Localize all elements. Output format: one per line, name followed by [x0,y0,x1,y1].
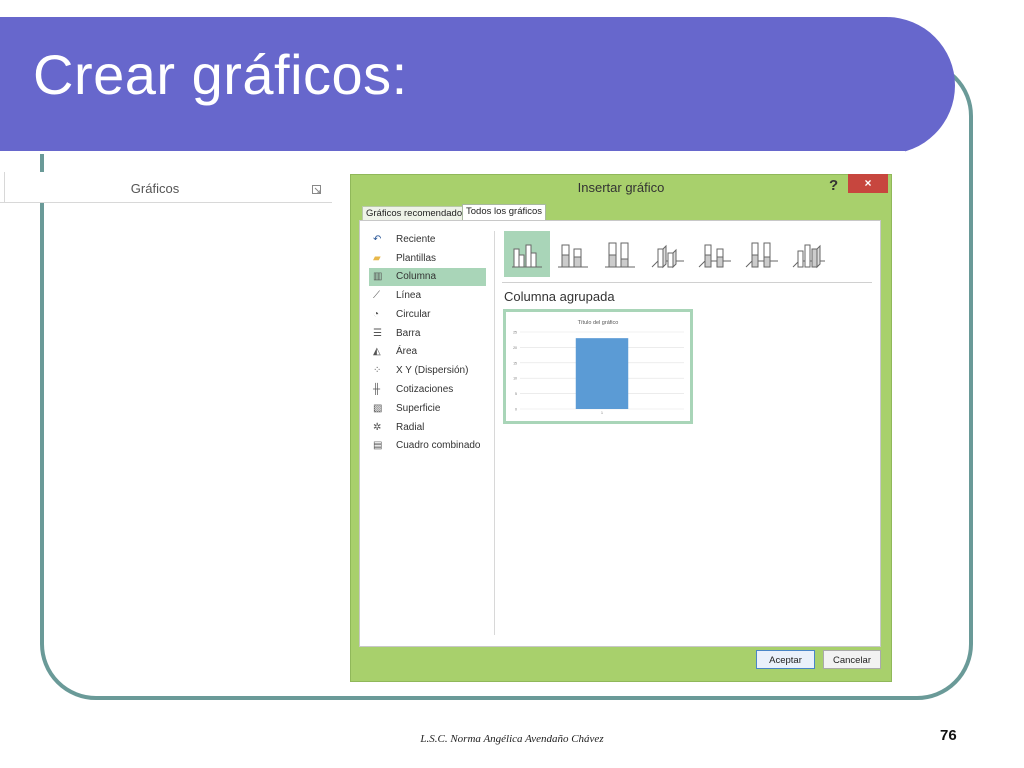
chart-y-tick-label: 25 [513,331,517,335]
sidebar-item-circular[interactable]: ◔ Circular [369,306,486,324]
sidebar-item-label: Área [396,346,418,357]
stacked-column-icon [558,244,588,268]
chart-y-ticks: 0 5 10 15 20 25 [513,331,517,412]
chart-preview-svg: Título del gráfico 0 5 10 15 20 25 1 [513,320,684,415]
ok-button[interactable]: Aceptar [756,650,815,669]
area-chart-icon: ◭ [373,346,381,357]
sidebar-item-label: Cotizaciones [396,384,454,395]
clustered-column-icon [512,244,542,268]
sidebar-item-label: Circular [396,309,431,320]
title-underline [0,151,905,154]
chart-preview[interactable]: Título del gráfico 0 5 10 15 20 25 1 [503,309,693,424]
surface-chart-icon: ▧ [373,403,383,414]
sidebar-item-label: Plantillas [396,253,437,264]
chart-y-tick-label: 5 [515,392,517,396]
stock-chart-icon: ╫ [373,384,381,395]
dialog-title: Insertar gráfico [577,180,665,195]
scatter-chart-icon: ⁘ [373,365,382,376]
radar-chart-icon: ✲ [373,422,382,433]
slide-page-number: 76 [940,727,957,744]
chart-x-labels: 1 [601,411,603,415]
sidebar-item-xy-dispersion[interactable]: ⁘ X Y (Dispersión) [369,362,486,380]
full-stacked-column-icon [605,242,635,268]
sidebar-item-radial[interactable]: ✲ Radial [369,419,486,437]
chart-bar [575,338,629,409]
sidebar-item-barra[interactable]: ☰ Barra [369,325,486,343]
chart-y-tick-label: 20 [513,346,517,350]
line-chart-icon: ⟋ [373,290,380,301]
sidebar-divider [494,231,495,635]
subtype-3d-stacked-column[interactable] [691,231,737,277]
subtype-divider [502,282,872,283]
sidebar-item-reciente[interactable]: ↶ Reciente [369,231,486,249]
sidebar-item-area[interactable]: ◭ Área [369,343,486,361]
tab-recommended-charts[interactable]: Gráficos recomendados [362,206,471,221]
cancel-button[interactable]: Cancelar [823,650,881,669]
subtype-3d-column[interactable] [785,231,831,277]
chart-x-tick-label: 1 [601,411,603,415]
sidebar-item-label: Superficie [396,403,441,414]
subtype-3d-clustered-column[interactable] [644,231,690,277]
chart-bars [575,338,629,409]
subtype-clustered-column[interactable] [504,231,550,277]
selected-subtype-heading: Columna agrupada [504,289,615,304]
sidebar-item-label: Línea [396,290,422,301]
sidebar-item-linea[interactable]: ⟋ Línea [369,287,486,305]
3d-stacked-column-icon [698,244,731,268]
sidebar-item-label: X Y (Dispersión) [396,365,469,376]
folder-icon: ▰ [373,253,381,264]
ribbon-group-label: Gráficos [130,181,180,196]
combo-chart-icon: ▤ [373,440,383,451]
chart-y-tick-label: 15 [513,361,517,365]
sidebar-item-cuadro-combinado[interactable]: ▤ Cuadro combinado [369,437,486,455]
3d-full-stacked-column-icon [745,242,778,268]
chart-y-tick-label: 0 [515,408,517,412]
subtype-stacked-column[interactable] [550,231,596,277]
sidebar-item-label: Cuadro combinado [396,440,481,451]
sidebar-item-plantillas[interactable]: ▰ Plantillas [369,250,486,268]
3d-column-icon [792,244,825,269]
subtype-3d-100-stacked-column[interactable] [738,231,784,277]
close-button[interactable]: × [848,174,888,193]
chart-y-tick-label: 10 [513,377,517,381]
ribbon-charts-group: Gráficos [0,172,332,203]
sidebar-item-cotizaciones[interactable]: ╫ Cotizaciones [369,381,486,399]
sidebar-item-label: Reciente [396,234,436,245]
sidebar-item-columna[interactable]: ▥ Columna [369,268,486,286]
chart-title: Título del gráfico [578,320,619,326]
help-button[interactable]: ? [829,177,838,194]
bar-chart-icon: ☰ [373,328,382,339]
subtype-100-stacked-column[interactable] [597,231,643,277]
3d-clustered-column-icon [651,244,684,269]
dialog-launcher-icon[interactable] [312,185,321,194]
sidebar-item-superficie[interactable]: ▧ Superficie [369,400,486,418]
pie-chart-icon: ◔ [373,309,380,320]
sidebar-item-label: Columna [396,271,437,282]
sidebar-item-label: Radial [396,422,425,433]
slide-footer-author: L.S.C. Norma Angélica Avendaño Chávez [420,733,604,745]
undo-arrow-icon: ↶ [373,234,382,245]
sidebar-item-label: Barra [396,328,421,339]
slide-title: Crear gráficos: [33,43,408,106]
column-chart-icon: ▥ [373,271,383,282]
